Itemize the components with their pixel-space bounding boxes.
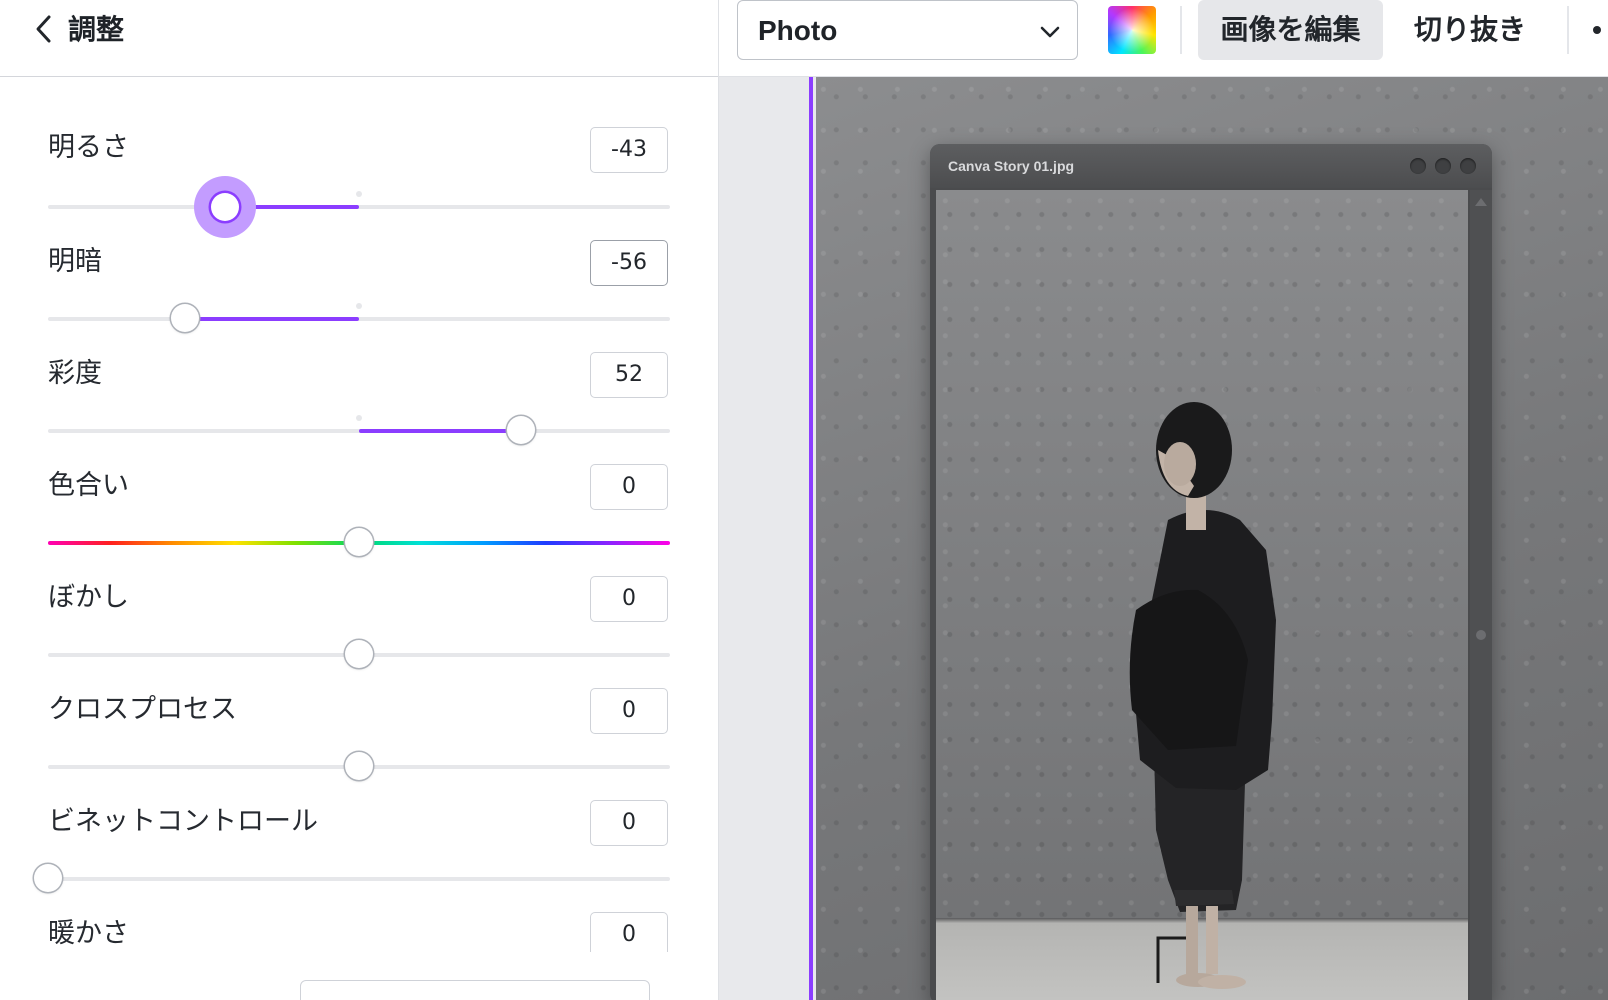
window-title-bar: Canva Story 01.jpg	[930, 144, 1492, 188]
person-figure	[1129, 402, 1276, 989]
adjust-panel: 調整 明るさ -43 明暗 -56 彩度 52 色合い 0 ぼかし 0 クロスプ…	[0, 0, 719, 1000]
window-button-icon	[1410, 158, 1426, 174]
window-button-icon	[1460, 158, 1476, 174]
crop-button[interactable]: 切り抜き	[1399, 0, 1541, 60]
warmth-value[interactable]: 0	[590, 912, 668, 952]
more-options-icon[interactable]	[1589, 22, 1605, 38]
brightness-value[interactable]: -43	[590, 127, 668, 173]
photo-window-mockup: Canva Story 01.jpg	[930, 144, 1492, 1000]
brightness-slider[interactable]	[48, 191, 670, 209]
vignette-label: ビネットコントロール	[48, 806, 318, 837]
filter-select[interactable]: Photo	[737, 0, 1078, 60]
window-scrollbar	[1470, 190, 1492, 1000]
editor-toolbar: Photo 画像を編集 切り抜き	[719, 0, 1608, 77]
cross-process-value[interactable]: 0	[590, 688, 668, 734]
blur-label: ぼかし	[48, 582, 129, 613]
contrast-value[interactable]: -56	[590, 240, 668, 286]
scroll-thumb	[1476, 630, 1486, 640]
saturation-slider[interactable]	[48, 415, 670, 433]
saturation-fill	[359, 429, 520, 433]
color-picker-icon[interactable]	[1108, 6, 1156, 54]
saturation-label: 彩度	[48, 358, 102, 389]
filter-select-value: Photo	[758, 15, 838, 46]
edit-image-button[interactable]: 画像を編集	[1198, 0, 1383, 60]
photo-content	[936, 190, 1468, 1000]
blur-value[interactable]: 0	[590, 576, 668, 622]
tint-value[interactable]: 0	[590, 464, 668, 510]
tint-label: 色合い	[48, 470, 129, 501]
selection-edge	[809, 77, 813, 1000]
brightness-thumb[interactable]	[211, 193, 239, 221]
warmth-label: 暖かさ	[48, 918, 129, 949]
blur-thumb[interactable]	[345, 640, 373, 668]
contrast-thumb[interactable]	[171, 304, 199, 332]
selected-photo[interactable]: Canva Story 01.jpg	[816, 77, 1608, 1000]
cross-process-thumb[interactable]	[345, 752, 373, 780]
cross-process-label: クロスプロセス	[48, 694, 237, 725]
tint-thumb[interactable]	[345, 528, 373, 556]
panel-header: 調整	[0, 0, 718, 77]
vignette-value[interactable]: 0	[590, 800, 668, 846]
window-title: Canva Story 01.jpg	[948, 158, 1075, 174]
toolbar-divider	[1567, 6, 1569, 54]
vignette-slider[interactable]	[48, 877, 670, 881]
toolbar-divider	[1180, 6, 1182, 54]
reset-button-partial[interactable]	[300, 980, 650, 1000]
contrast-fill	[185, 317, 359, 321]
chevron-down-icon	[1040, 26, 1060, 38]
saturation-thumb[interactable]	[507, 416, 535, 444]
contrast-label: 明暗	[48, 246, 102, 277]
back-arrow-icon[interactable]	[30, 14, 60, 44]
design-canvas: Canva Story 01.jpg	[719, 77, 1608, 1000]
scroll-up-icon	[1475, 198, 1487, 206]
panel-title: 調整	[68, 13, 125, 46]
brightness-label: 明るさ	[48, 132, 129, 163]
saturation-value[interactable]: 52	[590, 352, 668, 398]
vignette-thumb[interactable]	[34, 864, 62, 892]
contrast-slider[interactable]	[48, 303, 670, 321]
window-button-icon	[1435, 158, 1451, 174]
